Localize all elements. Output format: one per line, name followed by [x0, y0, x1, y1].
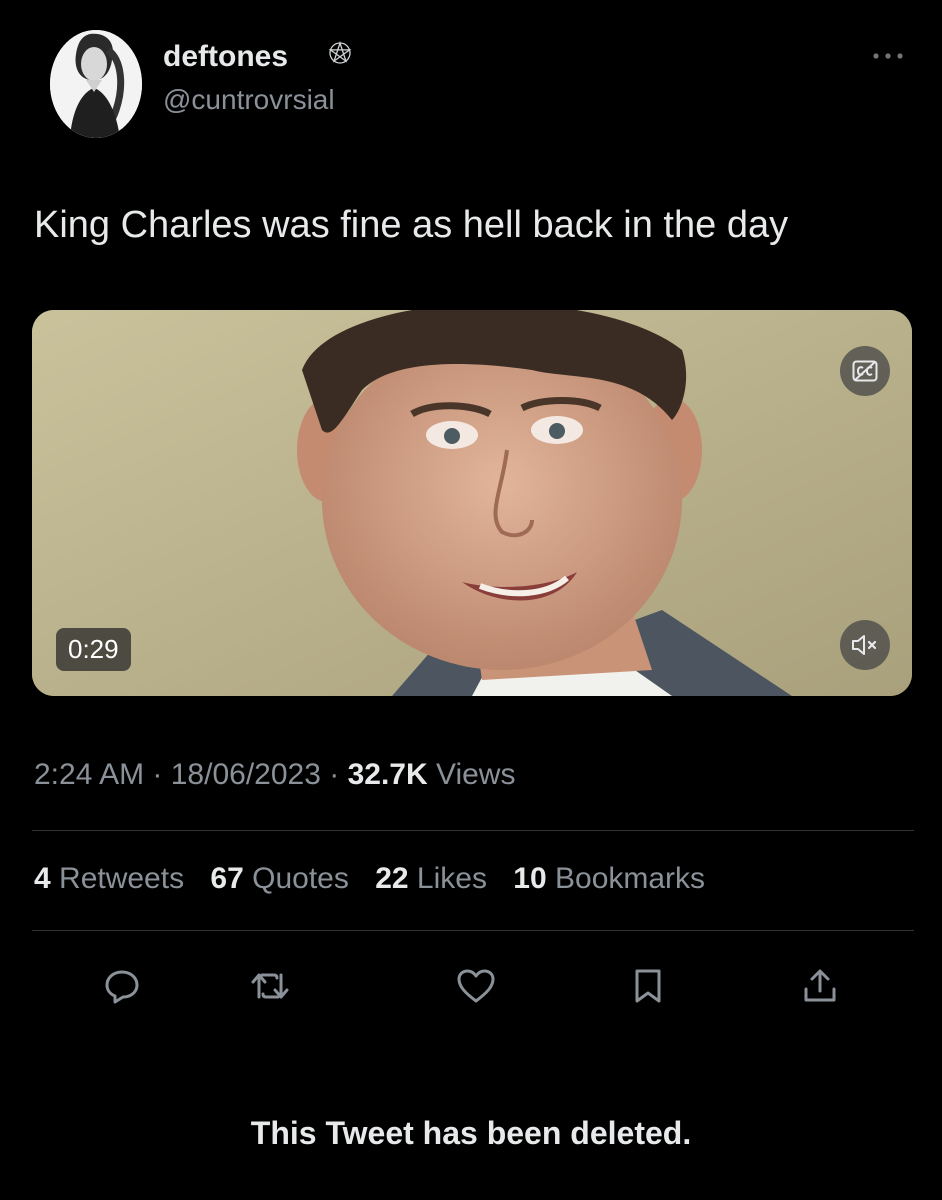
quotes-stat[interactable]: 67 Quotes — [210, 862, 348, 895]
retweets-label: Retweets — [50, 862, 185, 895]
bookmarks-label: Bookmarks — [546, 862, 706, 895]
author-handle[interactable]: @cuntrovrsial — [163, 84, 335, 116]
bookmark-icon[interactable] — [624, 962, 672, 1010]
video-frame — [32, 310, 912, 696]
closed-captions-icon[interactable] — [840, 346, 890, 396]
likes-stat[interactable]: 22 Likes — [375, 862, 487, 895]
video-player[interactable]: 0:29 — [32, 310, 912, 696]
quotes-label: Quotes — [243, 862, 349, 895]
more-options-icon[interactable] — [870, 40, 906, 68]
divider — [32, 930, 914, 931]
pentagram-icon — [328, 40, 352, 72]
meta-separator: · — [144, 758, 171, 791]
speaker-muted-icon[interactable] — [840, 620, 890, 670]
bookmarks-count: 10 — [513, 862, 547, 895]
tweet-date[interactable]: 18/06/2023 — [171, 758, 321, 791]
retweets-count: 4 — [34, 862, 51, 895]
deleted-notice: This Tweet has been deleted. — [250, 1115, 692, 1151]
avatar-image — [50, 30, 142, 138]
retweets-stat[interactable]: 4 Retweets — [34, 862, 184, 895]
like-icon[interactable] — [452, 962, 500, 1010]
views-label: Views — [427, 758, 516, 791]
tweet-text: King Charles was fine as hell back in th… — [34, 204, 789, 246]
tweet-time[interactable]: 2:24 AM — [34, 758, 144, 791]
tweet-meta: 2:24 AM · 18/06/2023 · 32.7K Views — [34, 758, 515, 792]
video-duration: 0:29 — [56, 628, 131, 671]
reply-icon[interactable] — [98, 962, 146, 1010]
views-count: 32.7K — [347, 758, 428, 791]
likes-count: 22 — [375, 862, 409, 895]
share-icon[interactable] — [796, 962, 844, 1010]
avatar[interactable] — [50, 30, 142, 138]
quotes-count: 67 — [210, 862, 244, 895]
author-display-name[interactable]: deftones — [163, 40, 288, 74]
divider — [32, 830, 914, 831]
likes-label: Likes — [408, 862, 487, 895]
action-bar — [0, 962, 942, 1012]
bookmarks-stat[interactable]: 10 Bookmarks — [513, 862, 705, 895]
tweet-stats: 4 Retweets 67 Quotes 22 Likes 10 Bookmar… — [34, 862, 723, 896]
retweet-icon[interactable] — [246, 962, 294, 1010]
meta-separator: · — [320, 758, 348, 791]
